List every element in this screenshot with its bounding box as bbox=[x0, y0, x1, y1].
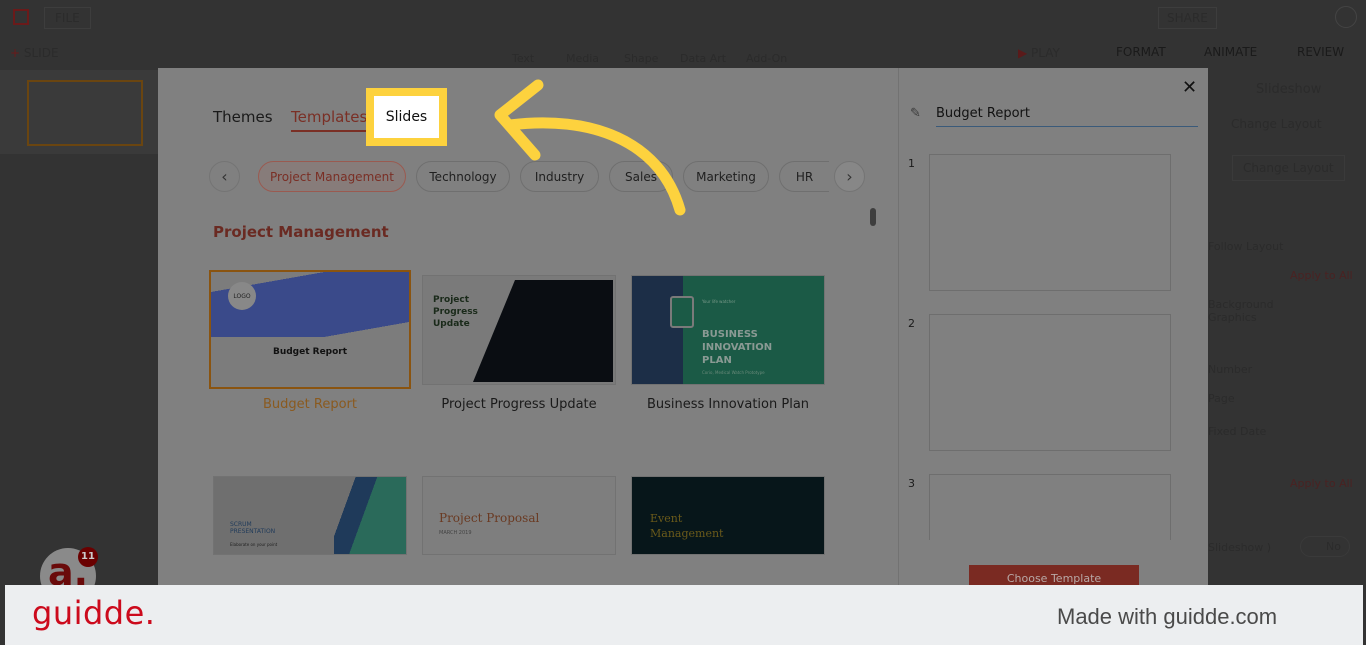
share-button[interactable]: SHARE bbox=[1158, 7, 1217, 29]
thumb-sub: Elaborate on your point bbox=[230, 542, 278, 547]
tab-review[interactable]: REVIEW bbox=[1297, 45, 1344, 59]
close-icon[interactable]: ✕ bbox=[1182, 77, 1197, 98]
scrollbar[interactable] bbox=[870, 208, 876, 226]
number-label: Number bbox=[1208, 363, 1253, 376]
add-slide-button[interactable]: + SLIDE bbox=[10, 46, 59, 60]
insert-data-art-button[interactable]: Data Art bbox=[680, 52, 726, 65]
play-label: PLAY bbox=[1031, 46, 1060, 60]
subtab-slideshow[interactable]: Slideshow bbox=[1256, 82, 1321, 97]
template-name[interactable]: Business Innovation Plan bbox=[625, 397, 831, 412]
insert-add-on-button[interactable]: Add-On bbox=[746, 52, 787, 65]
slide-number: 1 bbox=[908, 157, 915, 170]
guidde-logo[interactable]: guidde. bbox=[32, 594, 155, 632]
template-card-scrum[interactable]: SCRUM PRESENTATION Elaborate on your poi… bbox=[213, 476, 407, 555]
slide-thumbnail-1[interactable] bbox=[27, 80, 143, 146]
section-title: Project Management bbox=[213, 223, 389, 241]
insert-shape-button[interactable]: Shape bbox=[624, 52, 658, 65]
follow-layout-select[interactable]: Follow Layout bbox=[1208, 240, 1283, 253]
app-logo-icon bbox=[13, 9, 29, 25]
thumb-sub: Corio, Medical Watch Prototype bbox=[702, 370, 765, 375]
category-chip-project-management[interactable]: Project Management bbox=[258, 161, 406, 192]
template-card-project-proposal[interactable]: Project Proposal MARCH 2019 bbox=[422, 476, 616, 555]
pencil-icon: ✎ bbox=[910, 106, 921, 121]
slide-number: 3 bbox=[908, 477, 915, 490]
category-next-button[interactable]: › bbox=[834, 161, 865, 192]
template-name[interactable]: Project Progress Update bbox=[416, 397, 622, 412]
thumb-logo: LOGO bbox=[228, 282, 256, 310]
page-field[interactable]: Page bbox=[1208, 392, 1235, 405]
preview-slide[interactable] bbox=[929, 474, 1171, 540]
file-menu[interactable]: FILE bbox=[44, 7, 91, 29]
thumb-kicker: Your life watcher bbox=[702, 299, 736, 304]
thumb-sub: MARCH 2019 bbox=[439, 530, 472, 536]
tab-templates[interactable]: Templates bbox=[291, 108, 368, 132]
play-button[interactable]: ▶ PLAY bbox=[1018, 46, 1060, 60]
template-card-project-progress-update[interactable]: Project Progress Update bbox=[422, 275, 616, 385]
avatar[interactable] bbox=[1335, 6, 1357, 28]
footer-tagline[interactable]: Made with guidde.com bbox=[1057, 604, 1277, 630]
tab-slides-highlight[interactable]: Slides bbox=[366, 88, 447, 146]
apply-to-all-link[interactable]: Apply to All bbox=[1290, 269, 1353, 282]
thumb-title: Project Progress Update bbox=[433, 295, 478, 329]
tab-themes[interactable]: Themes bbox=[213, 108, 273, 126]
template-card-event-management[interactable]: Event Management bbox=[631, 476, 825, 555]
template-name[interactable]: Budget Report bbox=[209, 397, 411, 412]
thumb-title: Event Management bbox=[650, 512, 724, 540]
modal-divider bbox=[898, 68, 899, 585]
background-graphics-option[interactable]: Background Graphics bbox=[1208, 298, 1308, 324]
slideshow-toggle[interactable]: No bbox=[1300, 536, 1350, 557]
template-card-budget-report[interactable]: LOGO Budget Report bbox=[209, 270, 411, 389]
category-chip-hr[interactable]: HR bbox=[779, 161, 829, 192]
thumb-title: SCRUM PRESENTATION bbox=[230, 521, 276, 535]
thumb-title: Budget Report bbox=[272, 347, 348, 357]
preview-slide[interactable] bbox=[929, 154, 1171, 291]
apply-to-all-link-2[interactable]: Apply to All bbox=[1290, 477, 1353, 490]
template-title-input[interactable]: Budget Report bbox=[936, 106, 1198, 127]
insert-text-button[interactable]: Text bbox=[512, 52, 534, 65]
slide-number: 2 bbox=[908, 317, 915, 330]
tab-slides[interactable]: Slides bbox=[386, 109, 427, 125]
annotation-arrow bbox=[494, 79, 686, 216]
tab-format[interactable]: FORMAT bbox=[1116, 45, 1166, 59]
date-select[interactable]: Fixed Date bbox=[1208, 425, 1266, 438]
preview-slide[interactable] bbox=[929, 314, 1171, 451]
tab-animate[interactable]: ANIMATE bbox=[1204, 45, 1257, 59]
choose-template-button[interactable]: Choose Template bbox=[969, 565, 1139, 585]
insert-media-button[interactable]: Media bbox=[566, 52, 599, 65]
change-layout-select[interactable]: Change Layout bbox=[1232, 155, 1345, 181]
add-slide-label: SLIDE bbox=[23, 46, 59, 60]
thumb-title: BUSINESS INNOVATION PLAN bbox=[702, 329, 773, 366]
category-prev-button[interactable]: ‹ bbox=[209, 161, 240, 192]
thumb-title: Project Proposal bbox=[439, 511, 540, 525]
change-layout-heading: Change Layout bbox=[1231, 117, 1322, 131]
slideshow-label: Slideshow ) bbox=[1208, 541, 1272, 554]
template-card-business-innovation-plan[interactable]: Your life watcher BUSINESS INNOVATION PL… bbox=[631, 275, 825, 385]
notification-count: 11 bbox=[78, 547, 98, 567]
